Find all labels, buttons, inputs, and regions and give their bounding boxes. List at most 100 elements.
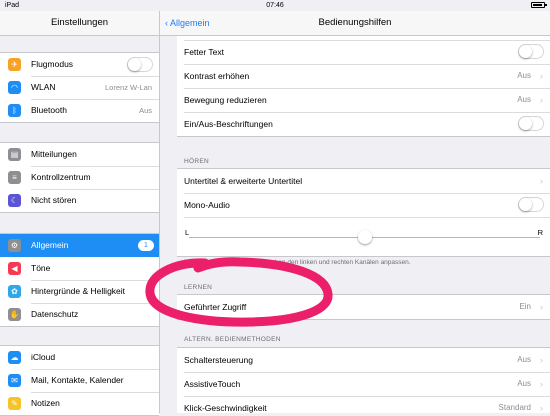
moon-icon: ☾ <box>8 194 21 207</box>
sidebar-item-label: WLAN <box>31 82 56 92</box>
row-label: Geführter Zugriff <box>184 302 247 312</box>
chevron-right-icon: › <box>540 71 543 81</box>
sidebar-item-wlan[interactable]: ◠ WLAN Lorenz W-Lan <box>0 76 159 99</box>
settings-row-assistivetouch[interactable]: AssistiveTouch Aus › <box>177 372 550 396</box>
sidebar-item-toene[interactable]: ◀ Töne <box>0 257 159 280</box>
learning-group: Geführter Zugriff Ein › <box>177 294 550 320</box>
settings-row-mono-audio[interactable]: Mono-Audio <box>177 193 550 217</box>
sidebar-item-value: Aus <box>139 106 152 115</box>
settings-row-klick-geschwindigkeit[interactable]: Klick-Geschwindigkeit Standard › <box>177 396 550 413</box>
sidebar-item-bluetooth[interactable]: ᛒ Bluetooth Aus <box>0 99 159 122</box>
settings-sidebar: Einstellungen ✈ Flugmodus ◠ WLAN Lorenz … <box>0 11 160 416</box>
sidebar-group-connectivity: ✈ Flugmodus ◠ WLAN Lorenz W-Lan ᛒ Blueto… <box>0 52 159 123</box>
section-header-hoeren: HÖREN <box>184 158 209 165</box>
settings-row-fetter-text[interactable]: Fetter Text <box>177 40 550 64</box>
row-label: Schaltersteuerung <box>184 355 253 365</box>
row-value: Standard <box>498 403 531 412</box>
sidebar-item-label: Flugmodus <box>31 59 74 69</box>
bold-text-toggle[interactable] <box>518 44 544 59</box>
settings-row-beschriftungen[interactable]: Ein/Aus-Beschriftungen <box>177 112 550 136</box>
interaction-group: Schaltersteuerung Aus › AssistiveTouch A… <box>177 347 550 413</box>
section-header-bedienmethoden: ALTERN. BEDIENMETHODEN <box>184 336 281 343</box>
sidebar-item-mitteilungen[interactable]: ▤ Mitteilungen <box>0 143 159 166</box>
balance-slider-thumb[interactable] <box>357 230 372 244</box>
hearing-group: Untertitel & erweiterte Untertitel › Mon… <box>177 168 550 257</box>
sidebar-item-datenschutz[interactable]: ✋ Datenschutz <box>0 303 159 326</box>
row-value: Ein <box>519 302 531 311</box>
row-value: Aus <box>517 71 531 80</box>
wifi-icon: ◠ <box>8 81 21 94</box>
balance-footnote: Passt die Audiolautstärke zwischen den l… <box>184 259 411 266</box>
airplane-mode-toggle[interactable] <box>127 57 153 72</box>
row-value: Aus <box>517 379 531 388</box>
mono-audio-toggle[interactable] <box>518 197 544 212</box>
sidebar-item-label: Hintergründe & Helligkeit <box>31 286 126 296</box>
page-title: Bedienungshilfen <box>318 17 392 28</box>
flower-icon: ✿ <box>8 285 21 298</box>
mail-icon: ✉ <box>8 374 21 387</box>
sidebar-group-accounts: ☁ iCloud ✉ Mail, Kontakte, Kalender ✎ No… <box>0 345 159 416</box>
on-off-labels-toggle[interactable] <box>518 116 544 131</box>
sidebar-item-label: iCloud <box>31 352 56 362</box>
sidebar-item-flugmodus[interactable]: ✈ Flugmodus <box>0 53 159 76</box>
chevron-right-icon: › <box>540 95 543 105</box>
accessibility-pane: ‹ Allgemein Bedienungshilfen Größere Zei… <box>160 11 550 413</box>
sidebar-item-label: Töne <box>31 263 51 273</box>
chevron-right-icon: › <box>540 355 543 365</box>
sidebar-item-value: Lorenz W-Lan <box>105 83 152 92</box>
row-label: Klick-Geschwindigkeit <box>184 403 267 413</box>
row-value: Aus <box>517 355 531 364</box>
sidebar-item-label: Kontrollzentrum <box>31 172 91 182</box>
sidebar-group-general: ⚙ Allgemein 1 ◀ Töne ✿ Hintergründe & He… <box>0 233 159 327</box>
status-bar: iPad 07:46 <box>0 0 550 11</box>
balance-slider-row: L R <box>177 217 550 256</box>
row-label: Bewegung reduzieren <box>184 95 267 105</box>
row-label: Fetter Text <box>184 47 224 57</box>
control-center-icon: ≡ <box>8 171 21 184</box>
chevron-right-icon: › <box>540 302 543 312</box>
sidebar-item-label: Bluetooth <box>31 105 67 115</box>
row-label: Mono-Audio <box>184 200 230 210</box>
notes-icon: ✎ <box>8 397 21 410</box>
sidebar-item-notizen[interactable]: ✎ Notizen <box>0 392 159 415</box>
row-label: AssistiveTouch <box>184 379 241 389</box>
chevron-right-icon: › <box>540 403 543 413</box>
battery-icon <box>531 2 547 8</box>
airplane-icon: ✈ <box>8 58 21 71</box>
sidebar-item-nicht-stoeren[interactable]: ☾ Nicht stören <box>0 189 159 212</box>
hand-icon: ✋ <box>8 308 21 321</box>
sidebar-title: Einstellungen <box>0 11 159 36</box>
sidebar-item-label: Datenschutz <box>31 309 79 319</box>
row-value: Aus <box>517 95 531 104</box>
balance-left-label: L <box>185 228 190 237</box>
sidebar-item-allgemein[interactable]: ⚙ Allgemein 1 <box>0 234 159 257</box>
clock: 07:46 <box>266 2 284 9</box>
settings-row-gefuehrter-zugriff[interactable]: Geführter Zugriff Ein › <box>177 295 550 319</box>
sidebar-item-label: Allgemein <box>31 240 69 250</box>
row-label: Ein/Aus-Beschriftungen <box>184 119 273 129</box>
sidebar-item-label: Notizen <box>31 398 60 408</box>
settings-row-untertitel[interactable]: Untertitel & erweiterte Untertitel › <box>177 169 550 193</box>
sidebar-item-label: Nicht stören <box>31 195 77 205</box>
chevron-right-icon: › <box>540 176 543 186</box>
chevron-right-icon: › <box>540 379 543 389</box>
sidebar-group-notifications: ▤ Mitteilungen ≡ Kontrollzentrum ☾ Nicht… <box>0 142 159 213</box>
sidebar-item-kontrollzentrum[interactable]: ≡ Kontrollzentrum <box>0 166 159 189</box>
navigation-bar: ‹ Allgemein Bedienungshilfen <box>160 11 550 36</box>
sidebar-item-label: Mitteilungen <box>31 149 77 159</box>
sidebar-item-hintergruende[interactable]: ✿ Hintergründe & Helligkeit <box>0 280 159 303</box>
row-label: Kontrast erhöhen <box>184 71 250 81</box>
speaker-icon: ◀ <box>8 262 21 275</box>
sidebar-item-icloud[interactable]: ☁ iCloud <box>0 346 159 369</box>
notifications-icon: ▤ <box>8 148 21 161</box>
settings-row-kontrast[interactable]: Kontrast erhöhen Aus › <box>177 64 550 88</box>
section-header-lernen: LERNEN <box>184 284 213 291</box>
sidebar-item-label: Mail, Kontakte, Kalender <box>31 375 124 385</box>
gear-icon: ⚙ <box>8 239 21 252</box>
settings-row-bewegung[interactable]: Bewegung reduzieren Aus › <box>177 88 550 112</box>
row-label: Untertitel & erweiterte Untertitel <box>184 176 303 186</box>
bluetooth-icon: ᛒ <box>8 104 21 117</box>
sidebar-item-mail[interactable]: ✉ Mail, Kontakte, Kalender <box>0 369 159 392</box>
settings-row-schaltersteuerung[interactable]: Schaltersteuerung Aus › <box>177 348 550 372</box>
update-badge: 1 <box>138 240 154 251</box>
